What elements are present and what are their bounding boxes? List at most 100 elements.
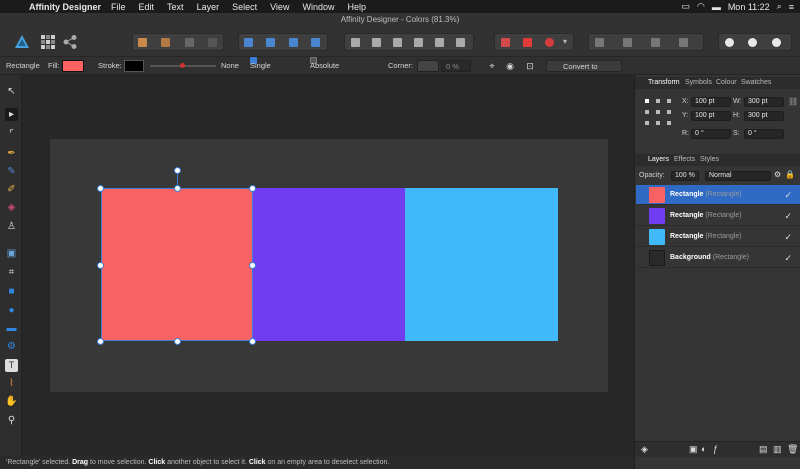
handle-top-center[interactable] [174, 185, 181, 192]
tab-symbols[interactable]: Symbols [685, 77, 712, 89]
search-icon[interactable]: ⌕ [777, 1, 782, 12]
purple-rectangle[interactable] [253, 188, 405, 341]
rotate-right-icon[interactable] [311, 38, 320, 47]
clock[interactable]: Mon 11:22 [728, 2, 770, 12]
move-tool-icon[interactable]: ↖ [5, 85, 18, 98]
insert-top-icon[interactable] [748, 38, 757, 47]
align-bottom-icon[interactable] [456, 38, 465, 47]
battery-icon[interactable]: ▬ [712, 2, 721, 12]
align-top-icon[interactable] [414, 38, 423, 47]
designer-persona-icon[interactable] [13, 33, 31, 51]
node-tool-icon[interactable]: ▸ [5, 108, 18, 121]
app-menu[interactable]: Affinity Designer [29, 2, 101, 12]
lock-icon[interactable]: 🔒 [785, 170, 795, 179]
tab-layers[interactable]: Layers [648, 154, 669, 166]
divide-boolean-icon[interactable] [679, 38, 688, 47]
pen-tool-icon[interactable]: ✒ [5, 147, 18, 160]
visibility-check-icon[interactable]: ✓ [784, 227, 792, 247]
handle-middle-left[interactable] [97, 262, 104, 269]
subtract-boolean-icon[interactable] [623, 38, 632, 47]
layer-row-rectangle-1[interactable]: Rectangle (Rectangle) ✓ [636, 185, 800, 205]
layers-stack-icon[interactable]: ◈ [641, 444, 648, 455]
rectangle-tool-icon[interactable]: ■ [5, 285, 18, 298]
visibility-check-icon[interactable]: ✓ [784, 206, 792, 226]
convert-to-curves-button[interactable]: Convert to Curves [546, 60, 622, 83]
layer-row-rectangle-3[interactable]: Rectangle (Rectangle) ✓ [636, 227, 800, 247]
tab-styles[interactable]: Styles [700, 154, 719, 166]
control-center-icon[interactable]: ≡ [789, 2, 794, 12]
snapping-magnet-icon[interactable] [545, 38, 554, 47]
menu-help[interactable]: Help [347, 2, 366, 12]
stroke-width-knob[interactable] [180, 63, 185, 68]
rotation-handle[interactable] [174, 167, 181, 174]
zoom-tool-icon[interactable]: ⚲ [5, 414, 18, 427]
align-middle-icon[interactable] [435, 38, 444, 47]
move-forward-one-icon[interactable] [185, 38, 194, 47]
menu-file[interactable]: File [111, 2, 126, 12]
fill-tool-icon[interactable]: ◈ [5, 201, 18, 214]
corner-tool-icon[interactable]: ⌜ [5, 128, 18, 141]
move-back-one-icon[interactable] [161, 38, 170, 47]
handle-bottom-center[interactable] [174, 338, 181, 345]
view-icon[interactable]: ◉ [504, 60, 516, 72]
adjustment-icon[interactable]: ◐ [701, 444, 706, 454]
layer-row-background[interactable]: Background (Rectangle) ✓ [636, 248, 800, 268]
align-right-icon[interactable] [393, 38, 402, 47]
tab-effects[interactable]: Effects [674, 154, 695, 166]
gear-icon[interactable]: ⚙ [774, 170, 781, 179]
pencil-tool-icon[interactable]: ✎ [5, 165, 18, 178]
menu-select[interactable]: Select [232, 2, 257, 12]
visibility-check-icon[interactable]: ✓ [784, 248, 792, 268]
handle-top-left[interactable] [97, 185, 104, 192]
menu-layer[interactable]: Layer [197, 2, 220, 12]
w-field[interactable]: 300 pt [744, 97, 784, 107]
insert-inside-icon[interactable] [772, 38, 781, 47]
blue-rectangle[interactable] [405, 188, 558, 341]
handle-top-right[interactable] [249, 185, 256, 192]
menu-window[interactable]: Window [302, 2, 334, 12]
transform-origin-icon[interactable]: ⊡ [524, 60, 536, 72]
pixel-persona-icon[interactable] [40, 34, 56, 50]
opacity-field[interactable]: 100 % [671, 171, 699, 181]
visibility-check-icon[interactable]: ✓ [784, 185, 792, 205]
export-persona-icon[interactable] [62, 34, 78, 50]
delete-layer-icon[interactable]: 🗑 [787, 444, 798, 455]
move-to-back-icon[interactable] [138, 38, 147, 47]
move-to-front-icon[interactable] [208, 38, 217, 47]
effects-fx-icon[interactable]: ƒ [713, 444, 718, 454]
insert-behind-icon[interactable] [725, 38, 734, 47]
chevron-down-icon[interactable]: ▾ [563, 37, 567, 46]
rotate-left-icon[interactable] [289, 38, 298, 47]
text-tool-icon[interactable]: T [5, 359, 18, 372]
shear-field[interactable]: 0 ° [744, 129, 784, 139]
transparency-tool-icon[interactable]: ♙ [5, 220, 18, 233]
mask-icon[interactable]: ▣ [689, 444, 698, 455]
add-boolean-icon[interactable] [595, 38, 604, 47]
corner-type-dropdown[interactable] [417, 60, 439, 72]
stroke-swatch[interactable] [124, 60, 144, 72]
menu-edit[interactable]: Edit [139, 2, 155, 12]
hand-tool-icon[interactable]: ✋ [5, 395, 18, 408]
snapping-grid-icon[interactable] [501, 38, 510, 47]
vector-brush-icon[interactable]: ✐ [5, 183, 18, 196]
duplicate-layer-icon[interactable]: ▥ [773, 444, 782, 455]
ellipse-tool-icon[interactable]: ● [5, 304, 18, 317]
blend-mode-select[interactable]: Normal [705, 171, 771, 181]
menu-text[interactable]: Text [167, 2, 184, 12]
snapping-toggle-icon[interactable] [523, 38, 532, 47]
rotation-field[interactable]: 0 ° [691, 129, 731, 139]
add-layer-icon[interactable]: ▤ [759, 444, 768, 455]
anchor-point-selector[interactable] [645, 99, 671, 125]
flip-vertical-icon[interactable] [266, 38, 275, 47]
layer-row-rectangle-2[interactable]: Rectangle (Rectangle) ✓ [636, 206, 800, 226]
handle-bottom-left[interactable] [97, 338, 104, 345]
rounded-rectangle-icon[interactable]: ▬ [5, 322, 18, 335]
handle-middle-right[interactable] [249, 262, 256, 269]
h-field[interactable]: 300 pt [744, 111, 784, 121]
corner-radius-field[interactable]: 0 % [441, 60, 471, 72]
place-image-icon[interactable]: ▣ [5, 247, 18, 260]
screen-share-icon[interactable]: ▭ [681, 1, 690, 12]
color-picker-icon[interactable]: ⌇ [5, 377, 18, 390]
x-field[interactable]: 100 pt [691, 97, 731, 107]
link-proportions-icon[interactable]: ⛓ [788, 97, 798, 106]
